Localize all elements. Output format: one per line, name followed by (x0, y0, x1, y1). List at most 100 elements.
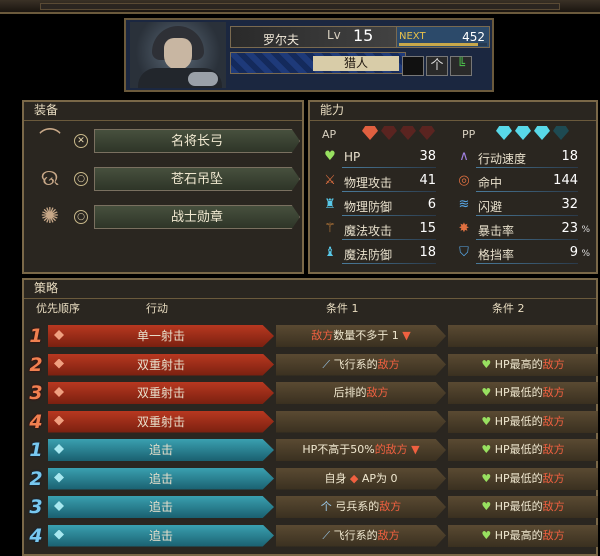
sword-icon: ⚔ (324, 173, 336, 188)
armor-icon: ♜ (324, 197, 336, 212)
action-button[interactable]: 追击 (48, 524, 274, 547)
stat-underline (476, 215, 578, 216)
condition1-button[interactable]: 敌方数量不多于 1 ▼ (276, 325, 446, 347)
header-cond1: 条件 1 (326, 302, 359, 315)
action-label: 追击 (148, 500, 173, 514)
top-frame (0, 0, 600, 14)
feather-icon: ⟋ (322, 357, 334, 371)
bow-class-icon: 个 (320, 500, 336, 513)
condition2-button[interactable]: ♥ HP最高的敌方 (448, 524, 598, 547)
condition2-button[interactable]: ♥ HP最低的敌方 (448, 467, 598, 490)
stat-label: HP (344, 150, 361, 164)
stat-value: 9 (569, 245, 578, 260)
priority-number: 1 (29, 439, 43, 461)
action-button[interactable]: 单一射击 (48, 325, 274, 347)
condition1-text: 数量不多于 1 (333, 329, 399, 342)
stat-underline (342, 239, 436, 240)
tactic-row[interactable]: 2 双重射击 ⟋ 飞行系的敌方 ♥ HP最高的敌方 (24, 353, 600, 377)
action-label: 双重射击 (136, 414, 185, 429)
equip-name[interactable]: 战士勋章 (94, 205, 300, 229)
stat-row: ♝ 魔法防御 18 (322, 242, 436, 264)
ap-gem-icon: ◆ (346, 471, 362, 485)
condition1-button[interactable]: 后排的敌方 (276, 382, 446, 404)
abilities-title: 能力 (320, 103, 345, 117)
ap-gems (362, 126, 435, 140)
name-plate: 罗尔夫 Lv 15 (230, 26, 420, 48)
tactic-row[interactable]: 4 追击 ⟋ 飞行系的敌方 ♥ HP最高的敌方 (24, 524, 600, 548)
pendant-icon: ଉ (40, 166, 60, 191)
stat-label: 命中 (478, 176, 503, 190)
action-button[interactable]: 双重射击 (48, 382, 274, 404)
enemy-text: 敌方 (377, 357, 400, 371)
tactic-row[interactable]: 3 双重射击 后排的敌方 ♥ HP最低的敌方 (24, 381, 600, 405)
tactics-title: 策略 (34, 281, 59, 295)
priority-number: 3 (29, 382, 43, 404)
stat-row: ⚔ 物理攻击 41 (322, 170, 436, 192)
condition2-button[interactable] (448, 325, 598, 347)
action-button[interactable]: 追击 (48, 496, 274, 518)
abilities-panel: 能力 AP PP ♥ HP 38 ⚔ 物理攻击 41 ♜ 物理防御 6 ⚚ 魔法攻击 15 ♝ 魔法防御 1… (308, 100, 598, 274)
tactic-row[interactable]: 3 追击个 弓兵系的敌方 ♥ HP最低的敌方 (24, 495, 600, 519)
condition1-button[interactable]: HP不高于50%的敌方 ▼ (276, 439, 446, 461)
enemy-text: 敌方 (379, 500, 402, 513)
action-button[interactable]: 追击 (48, 439, 274, 461)
pp-gem-icon (534, 126, 550, 140)
stat-label: 闪避 (478, 200, 503, 214)
condition1-button[interactable]: 自身 ◆ AP为 0 (276, 467, 446, 490)
action-label: 双重射击 (136, 357, 185, 372)
ap-gem-icon (400, 126, 416, 140)
equip-row[interactable]: ✺ ○ 战士勋章 (32, 202, 300, 232)
condition1-text: 自身 (324, 471, 347, 485)
stat-label: 暴击率 (478, 224, 515, 238)
character-portrait[interactable] (130, 22, 226, 88)
condition1-button[interactable]: ⟋ 飞行系的敌方 (276, 524, 446, 547)
enemy-text: 敌方 (366, 386, 389, 399)
tactic-row[interactable]: 1 追击 HP不高于50%的敌方 ▼ ♥ HP最低的敌方 (24, 438, 600, 462)
condition1-text: 后排的 (333, 386, 367, 399)
stat-row: ♥ HP 38 (322, 146, 436, 168)
action-button[interactable]: 追击 (48, 467, 274, 490)
stat-row: ◎ 命中 144 (456, 170, 578, 192)
stat-value: 32 (561, 197, 578, 212)
heart-icon: ♥ (481, 528, 495, 542)
condition1-text: 弓兵系的 (335, 500, 380, 513)
pp-gem-icon (553, 126, 569, 140)
tactic-row[interactable]: 1 单一射击 敌方数量不多于 1 ▼ (24, 324, 600, 348)
condition2-button[interactable]: ♥ HP最低的敌方 (448, 439, 598, 461)
next-value: 452 (462, 30, 485, 44)
condition1-button[interactable]: ⟋ 飞行系的敌方 (276, 353, 446, 376)
tactic-row[interactable]: 4 双重射击 ♥ HP最低的敌方 (24, 410, 600, 434)
action-gem-icon (54, 472, 64, 483)
equip-row[interactable]: ⌒ ✕ 名将长弓 (32, 126, 300, 156)
condition2-text: HP最低的 (494, 500, 543, 513)
stat-underline (342, 191, 436, 192)
stat-label: 魔法防御 (344, 248, 393, 262)
down-arrow-icon: ▼ (398, 329, 411, 342)
condition2-button[interactable]: ♥ HP最低的敌方 (448, 382, 598, 404)
pp-gem-icon (515, 126, 531, 140)
equip-name[interactable]: 名将长弓 (94, 129, 300, 153)
tactic-row[interactable]: 2 追击 自身 ◆ AP为 0 ♥ HP最低的敌方 (24, 467, 600, 491)
enemy-text: 敌方 (542, 357, 565, 371)
condition1-button[interactable]: 个 弓兵系的敌方 (276, 496, 446, 518)
condition1-button[interactable] (276, 410, 446, 433)
bow-icon: ⌒ (38, 128, 61, 153)
condition2-button[interactable]: ♥ HP最高的敌方 (448, 353, 598, 376)
action-label: 追击 (148, 528, 173, 543)
condition2-text: HP最低的 (494, 471, 543, 485)
action-button[interactable]: 双重射击 (48, 410, 274, 433)
critical-icon: ✸ (458, 221, 470, 236)
heart-icon: ♥ (481, 500, 495, 513)
condition2-button[interactable]: ♥ HP最低的敌方 (448, 496, 598, 518)
ring-icon: ○ (74, 210, 88, 224)
equip-name[interactable]: 苍石吊坠 (94, 167, 300, 191)
stat-row: ✸ 暴击率 23% (456, 218, 590, 240)
ap-gem-icon (419, 126, 435, 140)
condition2-button[interactable]: ♥ HP最低的敌方 (448, 410, 598, 433)
equip-row[interactable]: ଉ ○ 苍石吊坠 (32, 164, 300, 194)
priority-number: 1 (29, 325, 43, 347)
action-gem-icon (54, 387, 64, 397)
action-button[interactable]: 双重射击 (48, 353, 274, 376)
header-priority: 优先顺序 (36, 302, 80, 315)
heart-icon: ♥ (481, 443, 495, 456)
